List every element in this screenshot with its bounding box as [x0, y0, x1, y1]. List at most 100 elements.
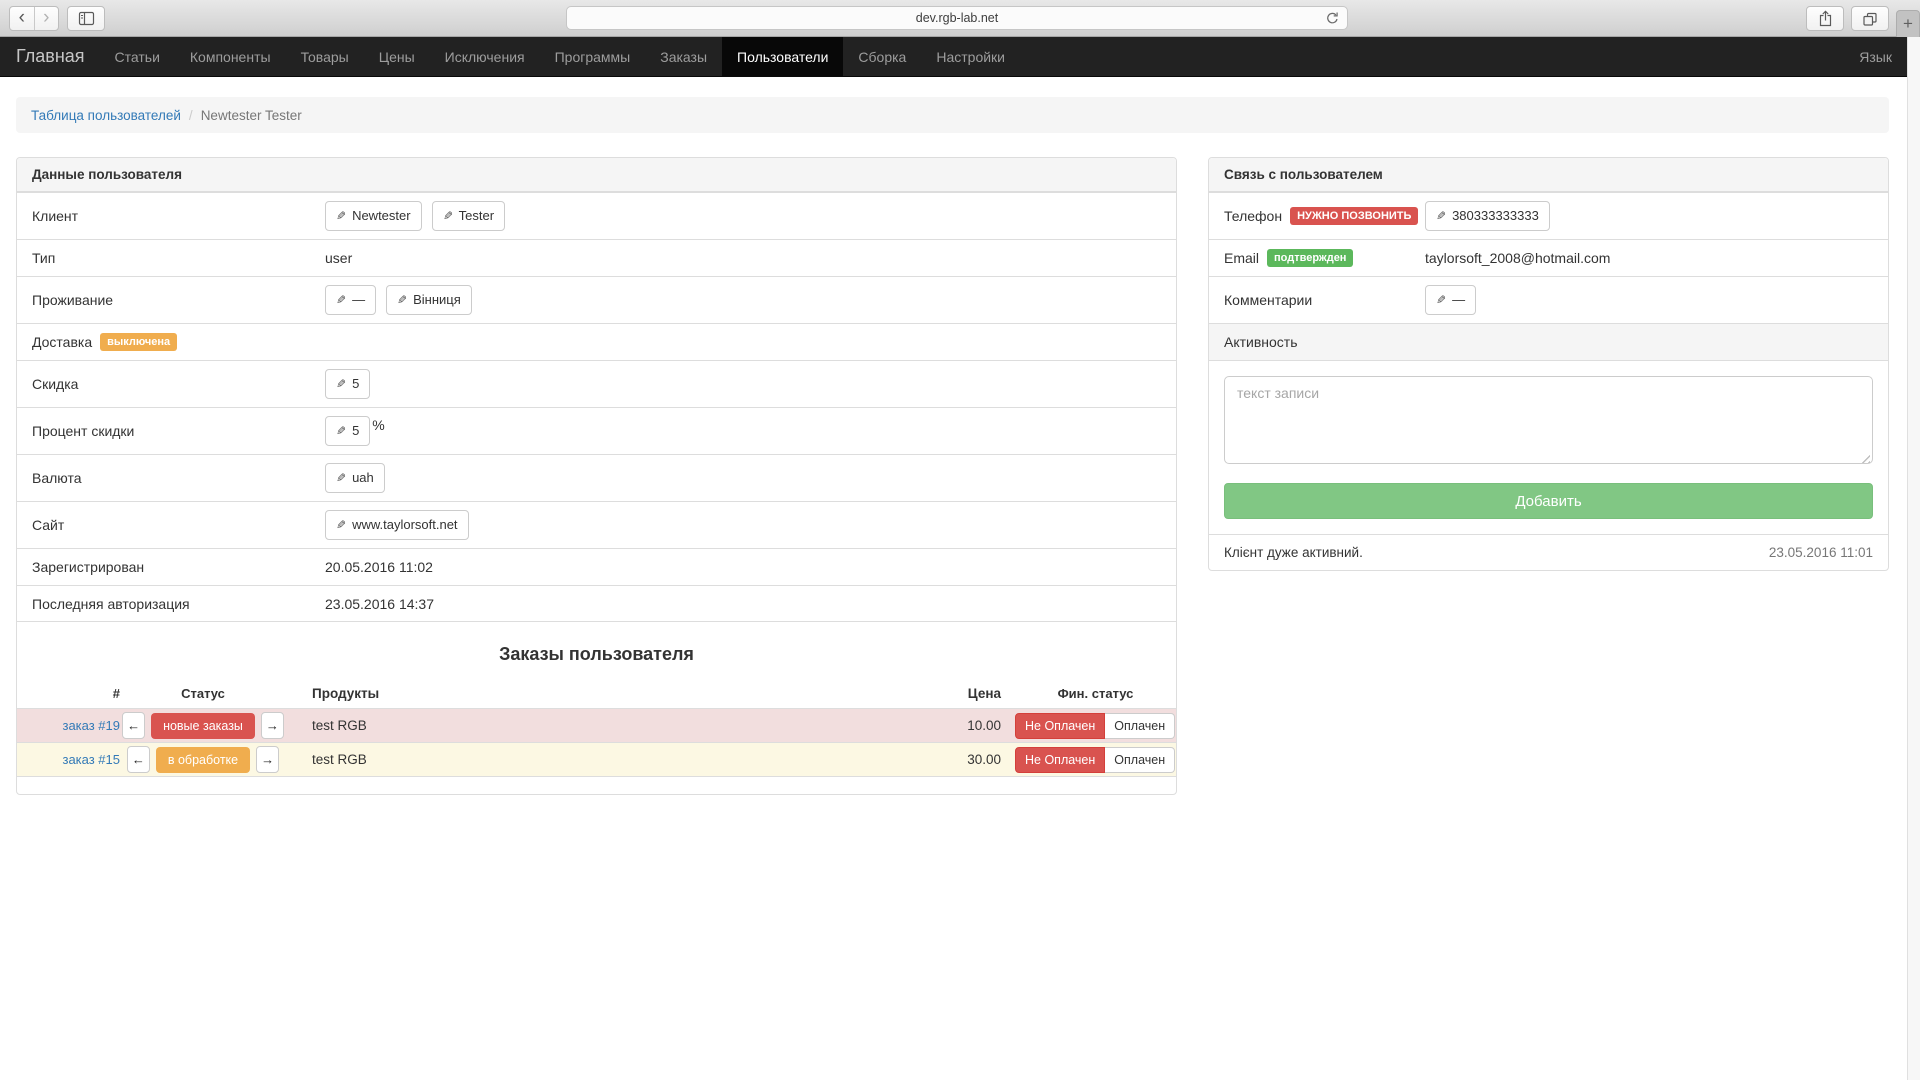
row-currency: Валюта ✎ uah — [17, 454, 1176, 501]
edit-phone-button[interactable]: ✎ 380333333333 — [1425, 201, 1550, 231]
order-15-status-next-button[interactable]: → — [256, 746, 279, 773]
delivery-status-badge: выключена — [100, 333, 177, 351]
nav-item-articles[interactable]: Статьи — [100, 37, 175, 76]
tabs-icon — [1862, 11, 1878, 27]
email-confirmed-badge: подтвержден — [1267, 249, 1353, 267]
order-row-15: заказ #15 ← в обработке → test RGB 30.00… — [17, 742, 1176, 776]
order-15-status-prev-button[interactable]: ← — [127, 746, 150, 773]
tab-overview-button[interactable] — [1851, 6, 1889, 31]
order-19-status-button[interactable]: новые заказы — [151, 713, 255, 739]
row-client-label: Клиент — [32, 208, 325, 224]
row-registered: Зарегистрирован 20.05.2016 11:02 — [17, 548, 1176, 585]
row-site: Сайт ✎ www.taylorsoft.net — [17, 501, 1176, 548]
phone-value: 380333333333 — [1452, 207, 1539, 225]
plus-icon: + — [1903, 14, 1913, 34]
user-type-value: user — [325, 250, 1161, 266]
registered-value: 20.05.2016 11:02 — [325, 559, 1161, 575]
share-button[interactable] — [1806, 6, 1844, 31]
last-auth-value: 23.05.2016 14:37 — [325, 596, 1161, 612]
pencil-icon: ✎ — [1436, 210, 1446, 222]
order-19-unpaid-button[interactable]: Не Оплачен — [1015, 713, 1105, 739]
sidebar-toggle-button[interactable] — [67, 6, 105, 31]
edit-currency-button[interactable]: ✎ uah — [325, 463, 385, 493]
breadcrumb-users-table-link[interactable]: Таблица пользователей — [31, 108, 181, 123]
pencil-icon: ✎ — [1436, 294, 1446, 306]
row-comments-label: Комментарии — [1224, 292, 1425, 308]
activity-note-input[interactable] — [1224, 376, 1873, 464]
nav-item-prices[interactable]: Цены — [364, 37, 430, 76]
edit-first-name-button[interactable]: ✎ Newtester — [325, 201, 422, 231]
row-delivery-label: Доставка — [32, 334, 92, 350]
order-15-status-button[interactable]: в обработке — [156, 747, 250, 773]
main-navbar: Главная Статьи Компоненты Товары Цены Ис… — [0, 37, 1920, 77]
pencil-icon: ✎ — [397, 294, 407, 306]
orders-col-fin-status: Фин. статус — [1001, 686, 1176, 701]
activity-section-title: Активность — [1209, 323, 1888, 361]
nav-item-users[interactable]: Пользователи — [722, 37, 843, 76]
phone-call-badge: НУЖНО ПОЗВОНИТЬ — [1290, 207, 1418, 225]
nav-item-programs[interactable]: Программы — [540, 37, 646, 76]
country-value: — — [352, 291, 365, 309]
orders-col-products: Продукты — [286, 686, 881, 701]
row-site-label: Сайт — [32, 517, 325, 533]
history-nav-buttons[interactable]: ‹ › — [9, 6, 59, 31]
order-19-status-next-button[interactable]: → — [261, 712, 284, 739]
page-content: Таблица пользователей / Newtester Tester… — [0, 77, 1920, 795]
url-bar[interactable]: dev.rgb-lab.net — [566, 6, 1348, 30]
edit-comments-button[interactable]: ✎ — — [1425, 285, 1476, 315]
row-discount: Скидка ✎ 5 — [17, 360, 1176, 407]
order-15-link[interactable]: заказ #15 — [62, 752, 120, 767]
nav-item-settings[interactable]: Настройки — [921, 37, 1020, 76]
forward-icon[interactable]: › — [35, 8, 59, 29]
arrow-right-icon: → — [261, 752, 274, 767]
order-15-unpaid-button[interactable]: Не Оплачен — [1015, 747, 1105, 773]
edit-last-name-button[interactable]: ✎ Tester — [432, 201, 505, 231]
discount-percent-value: 5 — [352, 422, 359, 440]
nav-item-products[interactable]: Товары — [286, 37, 364, 76]
back-icon[interactable]: ‹ — [10, 8, 34, 29]
scrollbar[interactable] — [1907, 37, 1920, 1080]
reload-icon — [1325, 11, 1340, 26]
row-phone: Телефон НУЖНО ПОЗВОНИТЬ ✎ 380333333333 — [1209, 192, 1888, 239]
order-19-status-prev-button[interactable]: ← — [122, 712, 145, 739]
order-15-paid-button[interactable]: Оплачен — [1105, 747, 1175, 773]
email-value: taylorsoft_2008@hotmail.com — [1425, 250, 1873, 266]
breadcrumb: Таблица пользователей / Newtester Tester — [16, 97, 1889, 133]
nav-item-orders[interactable]: Заказы — [645, 37, 722, 76]
row-last-auth: Последняя авторизация 23.05.2016 14:37 — [17, 585, 1176, 622]
activity-entry: Клієнт дуже активний. 23.05.2016 11:01 — [1209, 534, 1888, 570]
order-19-paid-button[interactable]: Оплачен — [1105, 713, 1175, 739]
order-row-19: заказ #19 ← новые заказы → test RGB 10.0… — [17, 708, 1176, 742]
edit-discount-button[interactable]: ✎ 5 — [325, 369, 370, 399]
edit-discount-percent-button[interactable]: ✎ 5 — [325, 416, 370, 446]
pencil-icon: ✎ — [336, 294, 346, 306]
url-text: dev.rgb-lab.net — [916, 11, 998, 25]
edit-city-button[interactable]: ✎ Вінниця — [386, 285, 472, 315]
add-activity-button[interactable]: Добавить — [1224, 483, 1873, 519]
pencil-icon: ✎ — [336, 519, 346, 531]
order-15-products: test RGB — [286, 752, 881, 767]
nav-menu: Статьи Компоненты Товары Цены Исключения… — [100, 37, 1020, 76]
row-comments: Комментарии ✎ — — [1209, 276, 1888, 323]
order-19-link[interactable]: заказ #19 — [62, 718, 120, 733]
reload-button[interactable] — [1325, 11, 1340, 26]
edit-site-button[interactable]: ✎ www.taylorsoft.net — [325, 510, 469, 540]
nav-brand-home[interactable]: Главная — [0, 37, 100, 76]
nav-item-exceptions[interactable]: Исключения — [430, 37, 540, 76]
order-19-products: test RGB — [286, 718, 881, 733]
edit-country-button[interactable]: ✎ — — [325, 285, 376, 315]
order-15-price: 30.00 — [881, 752, 1001, 767]
orders-section-title: Заказы пользователя — [17, 621, 1176, 679]
row-phone-label: Телефон — [1224, 208, 1282, 224]
pencil-icon: ✎ — [336, 425, 346, 437]
currency-value: uah — [352, 469, 374, 487]
percent-suffix: % — [372, 417, 384, 433]
browser-chrome: ‹ › dev.rgb-lab.net — [0, 0, 1920, 37]
activity-entry-time: 23.05.2016 11:01 — [1769, 545, 1873, 560]
new-tab-button[interactable]: + — [1896, 10, 1920, 37]
contact-panel: Связь с пользователем Телефон НУЖНО ПОЗВ… — [1208, 157, 1889, 571]
nav-item-build[interactable]: Сборка — [843, 37, 921, 76]
arrow-left-icon: ← — [127, 718, 140, 733]
first-name-value: Newtester — [352, 207, 411, 225]
nav-item-components[interactable]: Компоненты — [175, 37, 286, 76]
